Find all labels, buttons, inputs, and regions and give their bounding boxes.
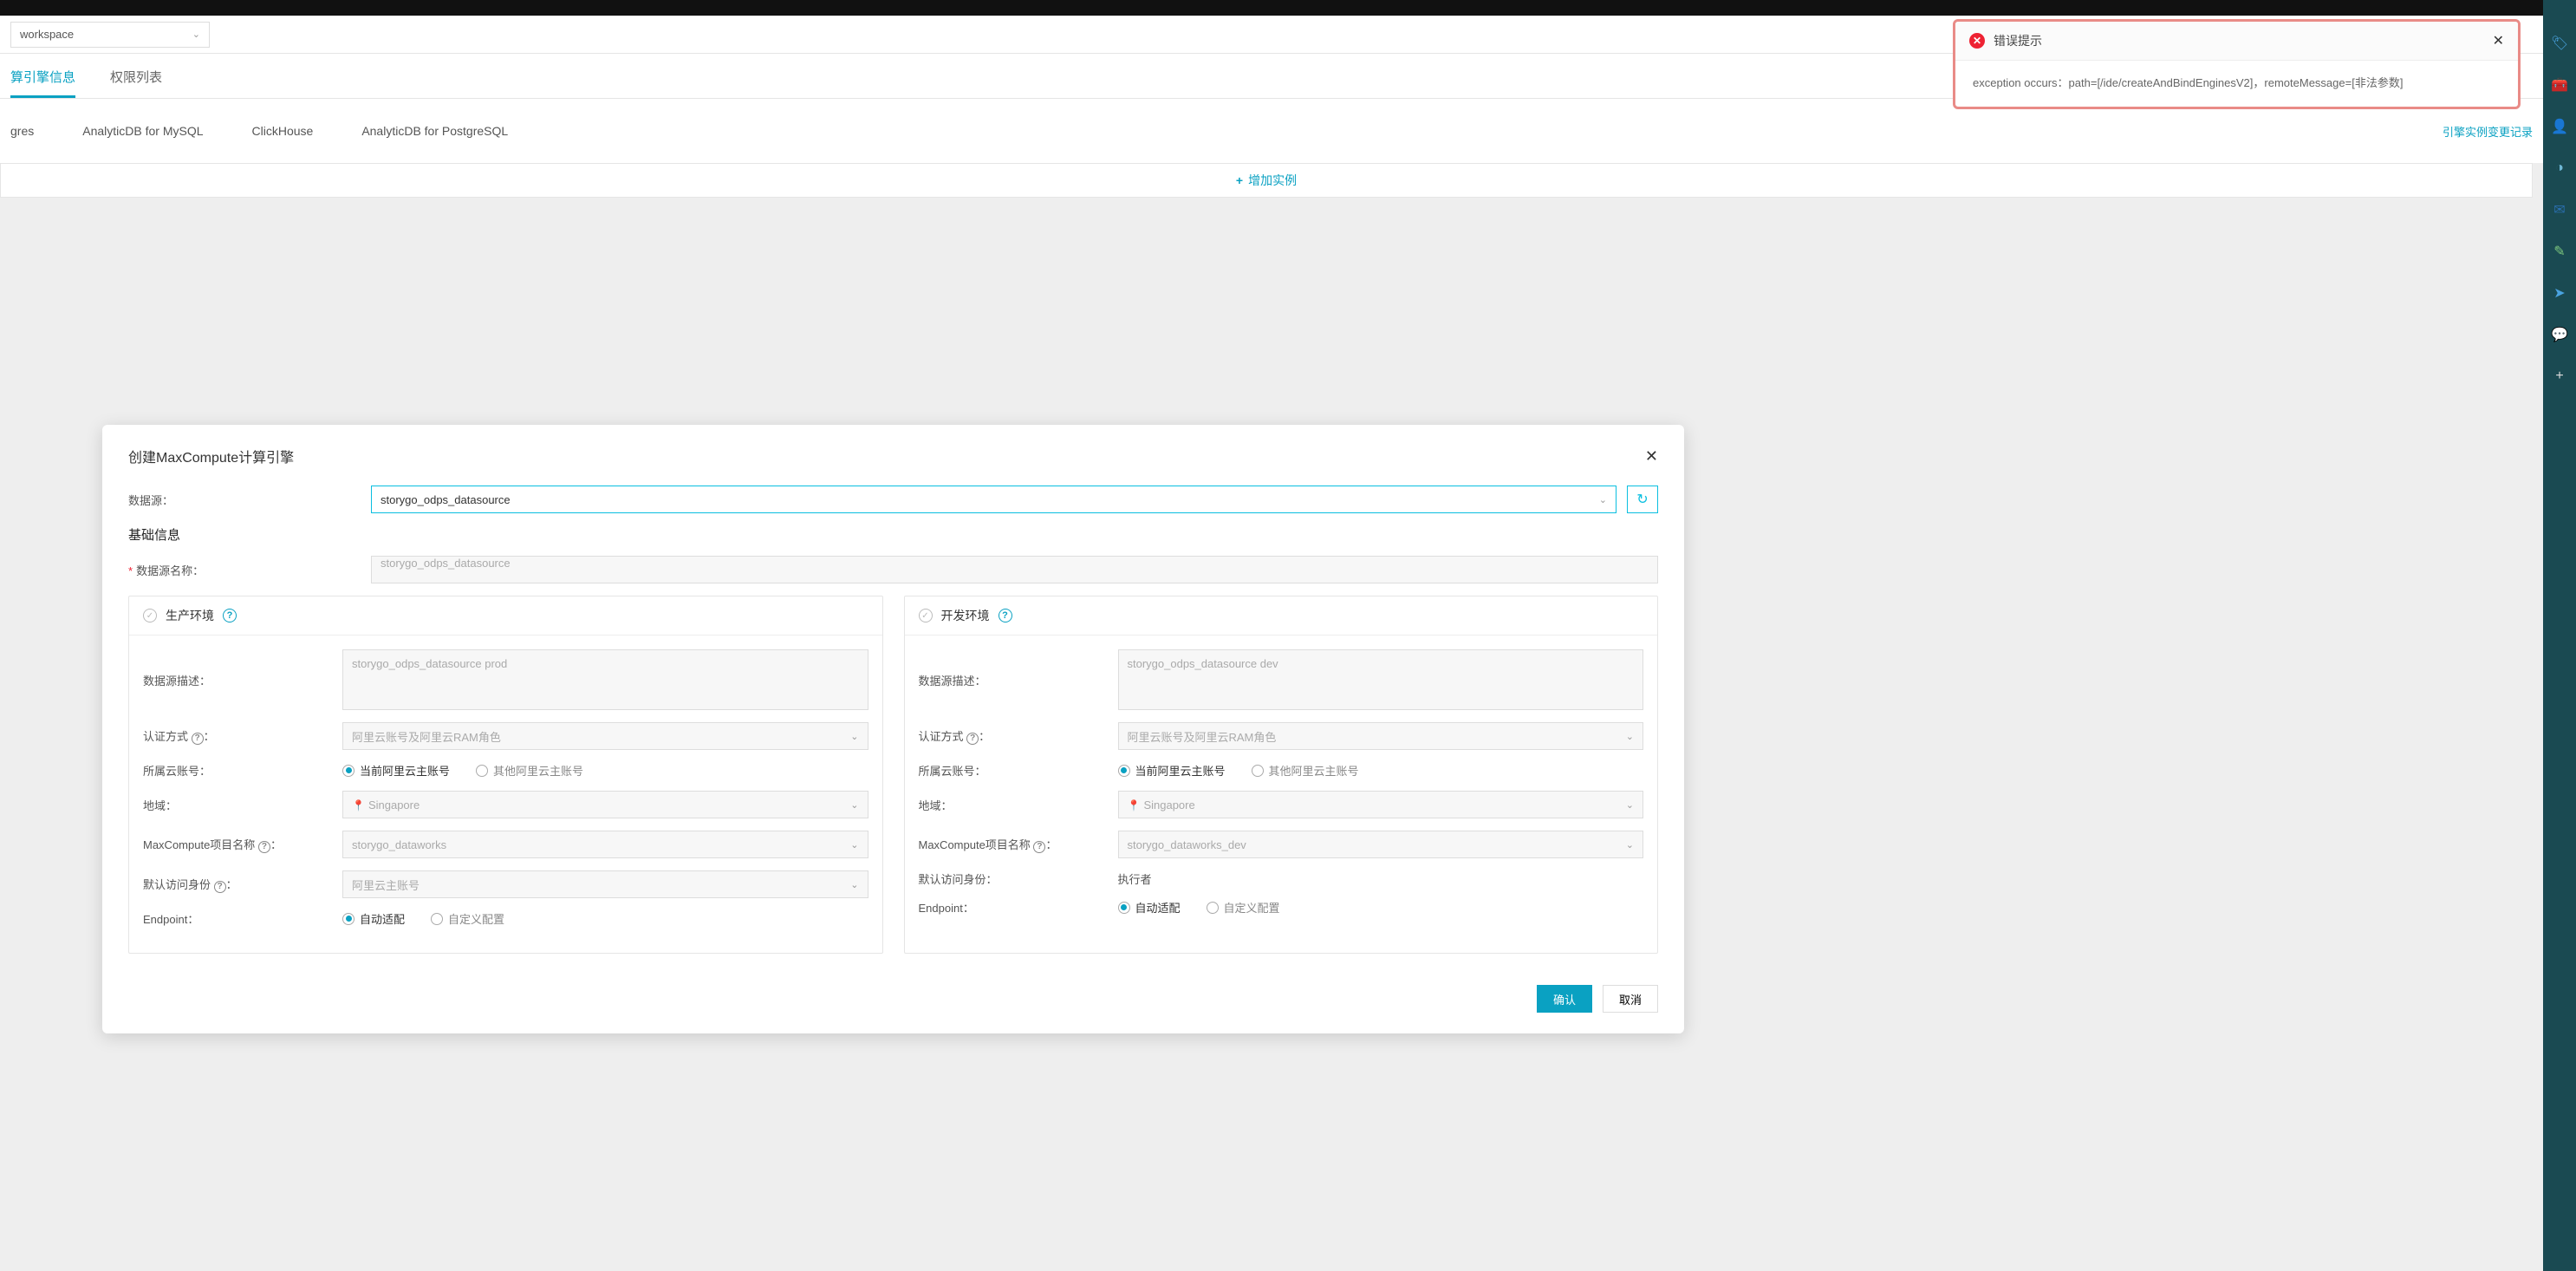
dev-endpoint-auto-radio[interactable]: 自动适配 — [1118, 899, 1181, 916]
prod-panel: ✓ 生产环境 ? 数据源描述： storygo_odps_datasource … — [128, 596, 883, 954]
identity-select[interactable]: 阿里云主账号 ⌄ — [342, 870, 868, 898]
dev-region-select[interactable]: 📍Singapore ⌄ — [1118, 791, 1644, 818]
account-label: 所属云账号： — [919, 762, 1118, 779]
endpoint-label: Endpoint： — [919, 899, 1118, 916]
toast-title: 错误提示 — [1994, 32, 2042, 49]
confirm-button[interactable]: 确认 — [1537, 985, 1592, 1013]
desc-label: 数据源描述： — [919, 672, 1118, 688]
datasource-value: storygo_odps_datasource — [381, 493, 511, 506]
project-label: MaxCompute项目名称 ?： — [919, 836, 1118, 853]
help-icon[interactable]: ? — [223, 609, 237, 622]
create-engine-modal: 创建MaxCompute计算引擎 ✕ 数据源： storygo_odps_dat… — [102, 425, 1684, 1033]
name-input[interactable]: storygo_odps_datasource — [371, 556, 1658, 583]
auth-label: 认证方式 ?： — [143, 727, 342, 745]
region-label: 地域： — [919, 797, 1118, 813]
prod-panel-title: 生产环境 — [166, 607, 214, 624]
dev-project-select[interactable]: storygo_dataworks_dev ⌄ — [1118, 831, 1644, 858]
cancel-button[interactable]: 取消 — [1603, 985, 1658, 1013]
error-toast: ✕ 错误提示 ✕ exception occurs：path=[/ide/cre… — [1953, 19, 2521, 109]
pin-icon: 📍 — [1128, 799, 1141, 811]
dev-account-other-radio[interactable]: 其他阿里云主账号 — [1252, 762, 1359, 779]
dev-endpoint-custom-radio[interactable]: 自定义配置 — [1207, 899, 1280, 916]
chevron-down-icon: ⌄ — [850, 839, 858, 851]
desc-label: 数据源描述： — [143, 672, 342, 688]
dev-auth-select[interactable]: 阿里云账号及阿里云RAM角色 ⌄ — [1118, 722, 1644, 750]
chevron-down-icon: ⌄ — [1626, 799, 1634, 811]
dev-panel: ✓ 开发环境 ? 数据源描述： storygo_odps_datasource … — [904, 596, 1659, 954]
endpoint-auto-radio[interactable]: 自动适配 — [342, 910, 405, 927]
endpoint-custom-radio[interactable]: 自定义配置 — [431, 910, 504, 927]
dev-identity-value: 执行者 — [1118, 870, 1152, 887]
dev-desc-input[interactable]: storygo_odps_datasource dev — [1118, 649, 1644, 710]
identity-label: 默认访问身份 ?： — [143, 876, 342, 893]
chevron-down-icon: ⌄ — [1626, 731, 1634, 742]
close-icon[interactable]: ✕ — [2493, 32, 2504, 49]
datasource-select[interactable]: storygo_odps_datasource ⌄ — [371, 486, 1617, 513]
chevron-down-icon: ⌄ — [850, 799, 858, 811]
toast-body: exception occurs：path=[/ide/createAndBin… — [1955, 61, 2518, 107]
chevron-down-icon: ⌄ — [1599, 494, 1607, 505]
section-basic-info: 基础信息 — [128, 525, 1658, 544]
region-label: 地域： — [143, 797, 342, 813]
dev-panel-title: 开发环境 — [941, 607, 990, 624]
dev-account-current-radio[interactable]: 当前阿里云主账号 — [1118, 762, 1226, 779]
refresh-button[interactable]: ↻ — [1627, 486, 1658, 513]
chevron-down-icon: ⌄ — [850, 731, 858, 742]
help-icon[interactable]: ? — [999, 609, 1012, 622]
region-select[interactable]: 📍Singapore ⌄ — [342, 791, 868, 818]
prod-desc-input[interactable]: storygo_odps_datasource prod — [342, 649, 868, 710]
account-current-radio[interactable]: 当前阿里云主账号 — [342, 762, 450, 779]
modal-title: 创建MaxCompute计算引擎 — [128, 446, 294, 466]
auth-label: 认证方式 ?： — [919, 727, 1118, 745]
chevron-down-icon: ⌄ — [850, 879, 858, 890]
close-icon[interactable]: ✕ — [1645, 447, 1658, 466]
pin-icon: 📍 — [352, 799, 365, 811]
account-other-radio[interactable]: 其他阿里云主账号 — [476, 762, 583, 779]
error-icon: ✕ — [1969, 33, 1985, 49]
auth-select[interactable]: 阿里云账号及阿里云RAM角色 ⌄ — [342, 722, 868, 750]
name-label: 数据源名称： — [128, 562, 371, 578]
datasource-label: 数据源： — [128, 492, 371, 508]
account-label: 所属云账号： — [143, 762, 342, 779]
prod-project-select[interactable]: storygo_dataworks ⌄ — [342, 831, 868, 858]
identity-label: 默认访问身份： — [919, 870, 1118, 887]
endpoint-label: Endpoint： — [143, 910, 342, 927]
chevron-down-icon: ⌄ — [1626, 839, 1634, 851]
project-label: MaxCompute项目名称 ?： — [143, 836, 342, 853]
check-icon: ✓ — [919, 609, 933, 622]
check-icon: ✓ — [143, 609, 157, 622]
